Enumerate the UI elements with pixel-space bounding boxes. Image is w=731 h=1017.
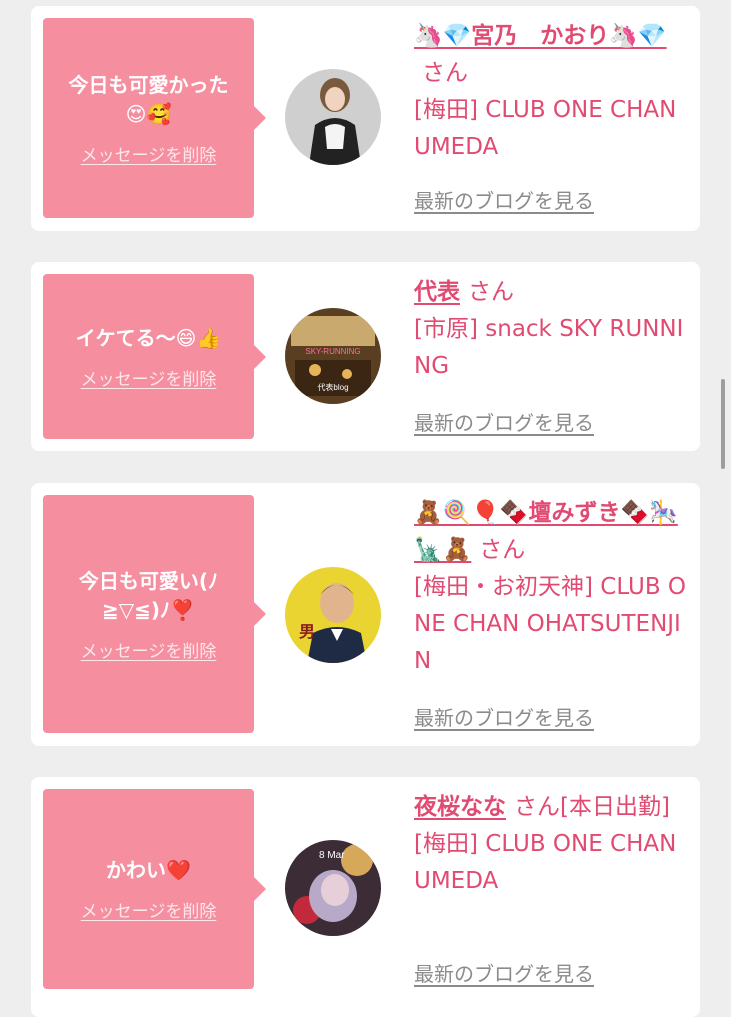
avatar[interactable]: 男 bbox=[285, 567, 381, 663]
message-card: かわい❤️ メッセージを削除 8 Mar 夜桜なな さん[本日出勤] [梅田] C… bbox=[31, 777, 700, 1017]
message-card: イケてる〜😄👍 メッセージを削除 SKY-RUNNING 代表blog 代表 さん… bbox=[31, 262, 700, 451]
honorific: さん bbox=[479, 537, 526, 563]
sender-info: 🦄💎宮乃 かおり🦄💎 さん [梅田] CLUB ONE CHAN UMEDA bbox=[414, 18, 686, 166]
view-latest-blog-link[interactable]: 最新のブログを見る bbox=[414, 958, 594, 987]
message-card: 今日も可愛い(ﾉ ≧▽≦)ﾉ❣️ メッセージを削除 男 🧸🍭🎈🍫壇みずき🍫🎠🗽🧸… bbox=[31, 483, 700, 746]
scrollbar[interactable] bbox=[721, 379, 725, 469]
honorific: さん bbox=[468, 279, 514, 305]
sender-name-link[interactable]: 🧸🍭🎈🍫壇みずき🍫🎠🗽🧸 bbox=[414, 500, 678, 563]
shop-name: [梅田] CLUB ONE CHAN UMEDA bbox=[414, 831, 677, 894]
avatar[interactable]: SKY-RUNNING 代表blog bbox=[285, 308, 381, 404]
honorific: さん[本日出勤] bbox=[514, 794, 670, 820]
shop-name: [市原] snack SKY RUNNING bbox=[414, 316, 684, 379]
message-bubble: イケてる〜😄👍 メッセージを削除 bbox=[43, 274, 266, 439]
delete-message-link[interactable]: メッセージを削除 bbox=[81, 897, 217, 922]
message-bubble: かわい❤️ メッセージを削除 bbox=[43, 789, 266, 989]
message-text: かわい❤️ bbox=[106, 858, 191, 882]
sender-info: 🧸🍭🎈🍫壇みずき🍫🎠🗽🧸 さん [梅田・お初天神] CLUB ONE CHAN O… bbox=[414, 495, 686, 680]
message-bubble: 今日も可愛かった 😍🥰 メッセージを削除 bbox=[43, 18, 266, 218]
honorific: さん bbox=[422, 60, 468, 86]
message-text: 今日も可愛かった 😍🥰 bbox=[68, 72, 229, 126]
avatar-caption: SKY-RUNNING bbox=[305, 347, 360, 356]
avatar-caption: 代表blog bbox=[317, 382, 348, 392]
avatar[interactable] bbox=[285, 69, 381, 165]
sender-name-link[interactable]: 🦄💎宮乃 かおり🦄💎 bbox=[414, 23, 667, 49]
message-text: イケてる〜😄👍 bbox=[75, 325, 222, 350]
message-bubble: 今日も可愛い(ﾉ ≧▽≦)ﾉ❣️ メッセージを削除 bbox=[43, 495, 266, 733]
avatar-caption: 8 Mar bbox=[319, 850, 345, 861]
delete-message-link[interactable]: メッセージを削除 bbox=[81, 141, 217, 166]
view-latest-blog-link[interactable]: 最新のブログを見る bbox=[414, 407, 594, 436]
avatar-caption: 男 bbox=[299, 622, 315, 641]
sender-name-link[interactable]: 代表 bbox=[414, 279, 460, 305]
sender-info: 夜桜なな さん[本日出勤] [梅田] CLUB ONE CHAN UMEDA bbox=[414, 789, 686, 900]
delete-message-link[interactable]: メッセージを削除 bbox=[81, 637, 217, 662]
shop-name: [梅田・お初天神] CLUB ONE CHAN OHATSUTENJIN bbox=[414, 574, 687, 674]
message-text: 今日も可愛い(ﾉ ≧▽≦)ﾉ❣️ bbox=[78, 568, 219, 622]
view-latest-blog-link[interactable]: 最新のブログを見る bbox=[414, 185, 594, 214]
sender-info: 代表 さん [市原] snack SKY RUNNING bbox=[414, 274, 686, 385]
sender-name-link[interactable]: 夜桜なな bbox=[414, 794, 506, 820]
delete-message-link[interactable]: メッセージを削除 bbox=[81, 365, 217, 390]
message-card: 今日も可愛かった 😍🥰 メッセージを削除 🦄💎宮乃 かおり🦄💎 さん [梅田] C… bbox=[31, 6, 700, 231]
shop-name: [梅田] CLUB ONE CHAN UMEDA bbox=[414, 97, 677, 160]
view-latest-blog-link[interactable]: 最新のブログを見る bbox=[414, 702, 594, 731]
avatar[interactable]: 8 Mar bbox=[285, 840, 381, 936]
